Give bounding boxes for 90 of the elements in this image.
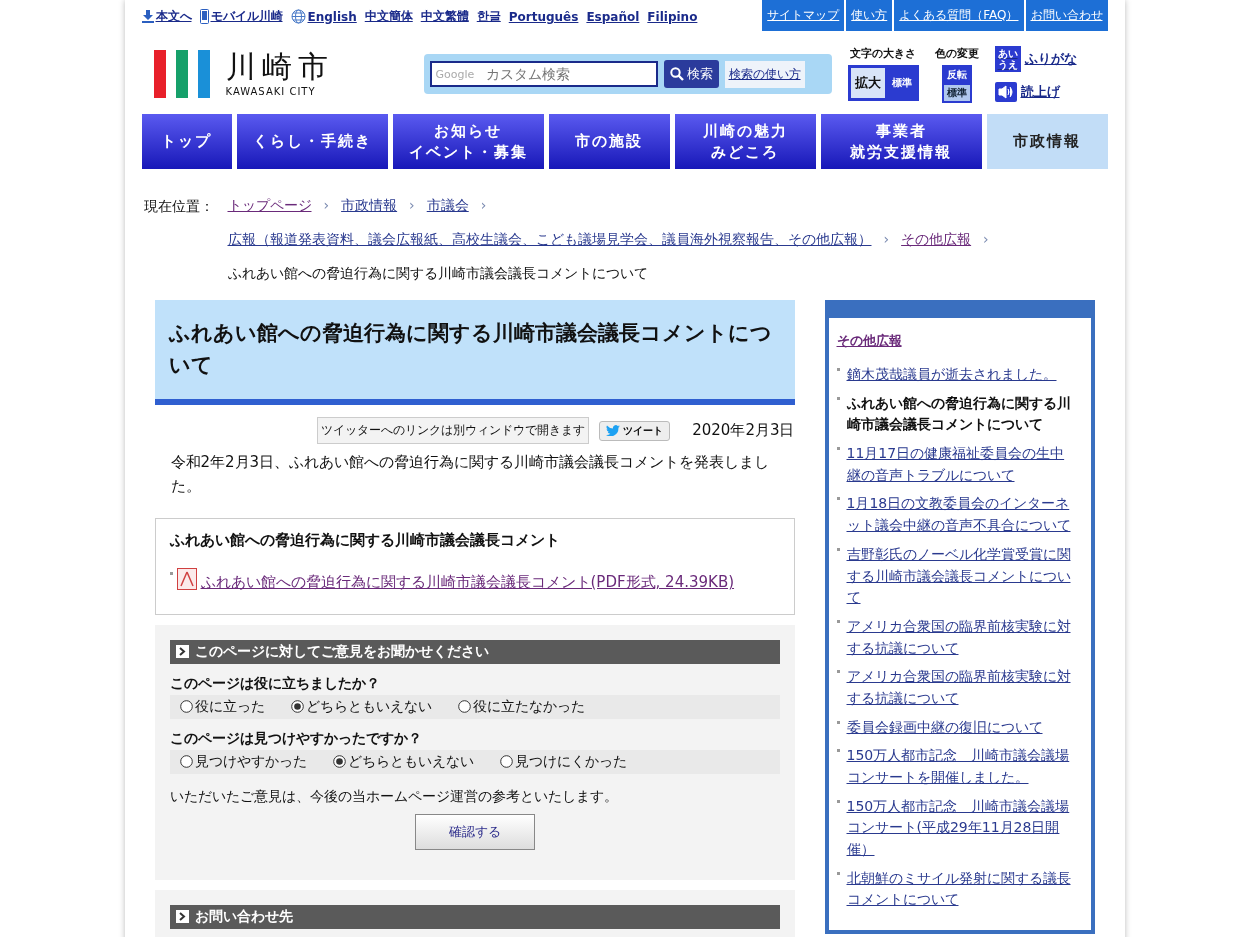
- sidebar-link[interactable]: 鏑木茂哉議員が逝去されました。: [846, 364, 1057, 386]
- language-link[interactable]: モバイル川崎: [199, 8, 283, 25]
- language-link[interactable]: 本文へ: [141, 8, 192, 25]
- breadcrumb-link[interactable]: 市政情報: [341, 188, 398, 222]
- speaker-icon: [994, 81, 1017, 102]
- chevron-icon: [175, 645, 189, 659]
- sidebar-link[interactable]: 1月18日の文教委員会のインターネット議会中継の音声不具合について: [846, 493, 1073, 537]
- radio-option[interactable]: 見つけやすかった: [179, 752, 307, 771]
- sidebar-link[interactable]: 150万人都市記念 川崎市議会議場コンサートを開催しました。: [846, 745, 1073, 789]
- sidebar-link[interactable]: アメリカ合衆国の臨界前核実験に対する抗議について: [846, 666, 1073, 710]
- sidebar-link[interactable]: 吉野彰氏のノーベル化学賞受賞に関する川崎市議会議長コメントについて: [846, 543, 1073, 609]
- radio-option[interactable]: 役に立たなかった: [457, 697, 585, 716]
- breadcrumb-separator: ›: [409, 196, 415, 215]
- breadcrumb-separator: ›: [480, 196, 487, 215]
- radio-option[interactable]: どちらともいえない: [332, 752, 474, 771]
- publish-date: 2020年2月3日: [692, 421, 795, 440]
- nav-tab[interactable]: 市政情報: [986, 114, 1108, 169]
- nav-tab[interactable]: 市の施設: [548, 114, 670, 169]
- search-brand-label: Google: [435, 68, 475, 81]
- feedback-note: いただいたご意見は、今後の当ホームページ運営の参考といたします。: [169, 787, 619, 806]
- furigana-icon: あいうえ: [994, 45, 1021, 72]
- pdf-icon: [176, 568, 197, 590]
- nav-tab[interactable]: くらし・手続き: [236, 114, 388, 169]
- nav-tab[interactable]: お知らせ イベント・募集: [392, 114, 544, 169]
- utility-link[interactable]: サイトマップ: [762, 0, 845, 31]
- article-body: 令和2年2月3日、ふれあい館への脅迫行為に関する川崎市議会議長コメントを発表しました。: [170, 452, 771, 497]
- text-size-label: 文字の大きさ: [850, 45, 916, 61]
- page-title: ふれあい館への脅迫行為に関する川崎市議会議長コメントについて: [154, 300, 795, 405]
- sidebar-link[interactable]: 150万人都市記念 川崎市議会議場コンサート(平成29年11月28日開催）: [846, 795, 1073, 861]
- color-button[interactable]: 反転: [943, 66, 970, 83]
- tweet-button[interactable]: ツイート: [599, 420, 671, 441]
- download-icon: [141, 10, 154, 23]
- feedback-heading: このページに対してご意見をお聞かせください: [169, 639, 780, 664]
- sidebar-heading-link[interactable]: その他広報: [836, 332, 1073, 350]
- breadcrumb-current: ふれあい館への脅迫行為に関する川崎市議会議長コメントについて: [227, 264, 649, 283]
- search-help-link[interactable]: 検索の使い方: [724, 60, 805, 88]
- text-size-button[interactable]: 拡大: [850, 67, 885, 98]
- breadcrumb-link[interactable]: その他広報: [901, 222, 972, 256]
- language-link[interactable]: English: [290, 9, 357, 24]
- mobile-phone-icon: [199, 9, 209, 24]
- radio-button[interactable]: [179, 755, 193, 769]
- breadcrumb-separator: ›: [983, 230, 989, 249]
- radio-option[interactable]: 見つけにくかった: [499, 752, 627, 771]
- search-icon: [669, 67, 684, 81]
- radio-button[interactable]: [290, 700, 304, 714]
- sidebar-link[interactable]: 北朝鮮のミサイル発射に関する議長コメントについて: [846, 867, 1073, 912]
- radio-option[interactable]: どちらともいえない: [290, 697, 432, 716]
- confirm-button[interactable]: 確認する: [414, 813, 535, 850]
- utility-link[interactable]: 使い方: [846, 0, 893, 31]
- radio-button[interactable]: [179, 700, 193, 714]
- sidebar-link[interactable]: 委員会録画中継の復旧について: [846, 716, 1043, 739]
- radio-button[interactable]: [332, 755, 346, 769]
- radio-option[interactable]: 役に立った: [179, 697, 265, 716]
- search-button[interactable]: 検索: [663, 60, 719, 88]
- language-link[interactable]: Filipino: [647, 9, 698, 24]
- sidebar-current-item: ふれあい館への脅迫行為に関する川崎市議会議長コメントについて: [846, 393, 1072, 435]
- breadcrumb-link[interactable]: 市議会: [426, 188, 469, 222]
- feedback-question: このページは役に立ちましたか？: [169, 674, 381, 693]
- radio-button[interactable]: [457, 700, 471, 714]
- language-link[interactable]: 中文簡体: [364, 8, 413, 25]
- breadcrumb-separator: ›: [883, 230, 890, 249]
- utility-link[interactable]: よくある質問（FAQ）: [894, 0, 1024, 31]
- language-link[interactable]: Español: [586, 9, 640, 24]
- utility-link[interactable]: お問い合わせ: [1025, 0, 1108, 31]
- sidebar-link[interactable]: 11月17日の健康福祉委員会の生中継の音声トラブルについて: [846, 443, 1073, 487]
- sidebar-link[interactable]: アメリカ合衆国の臨界前核実験に対する抗議について: [846, 615, 1073, 660]
- breadcrumb-label: 現在位置：: [143, 197, 214, 216]
- share-note: ツイッターへのリンクは別ウィンドウで開きます: [317, 417, 590, 444]
- breadcrumb-separator: ›: [323, 196, 330, 215]
- chevron-icon: [175, 910, 189, 924]
- color-button[interactable]: 標準: [943, 84, 970, 101]
- contact-heading: お問い合わせ先: [169, 904, 780, 929]
- pdf-link[interactable]: ふれあい館への脅迫行為に関する川崎市議会議長コメント(PDF形式, 24.39KB): [176, 568, 735, 594]
- attachment-heading: ふれあい館への脅迫行為に関する川崎市議会議長コメント: [169, 531, 561, 550]
- color-change-label: 色の変更: [934, 45, 979, 61]
- city-name-roman: KAWASAKI CITY: [225, 85, 317, 97]
- nav-tab[interactable]: 事業者 就労支援情報: [820, 114, 982, 169]
- globe-icon: [290, 9, 306, 24]
- radio-button[interactable]: [499, 755, 513, 769]
- nav-tab[interactable]: 川崎の魅力 みどころ: [674, 114, 816, 169]
- city-logo-icon[interactable]: [153, 50, 212, 98]
- language-link[interactable]: 한글: [476, 8, 501, 25]
- language-link[interactable]: 中文繁體: [420, 8, 469, 25]
- city-name: 川崎市: [225, 51, 334, 82]
- breadcrumb-link[interactable]: トップページ: [227, 188, 312, 222]
- language-link[interactable]: Português: [508, 9, 579, 24]
- feedback-question: このページは見つけやすかったですか？: [169, 729, 423, 748]
- nav-tab[interactable]: トップ: [141, 114, 232, 169]
- bird-icon: [606, 425, 621, 436]
- breadcrumb-link[interactable]: 広報（報道発表資料、議会広報紙、高校生議会、こども議場見学会、議員海外視察報告、その他広報）: [227, 222, 872, 256]
